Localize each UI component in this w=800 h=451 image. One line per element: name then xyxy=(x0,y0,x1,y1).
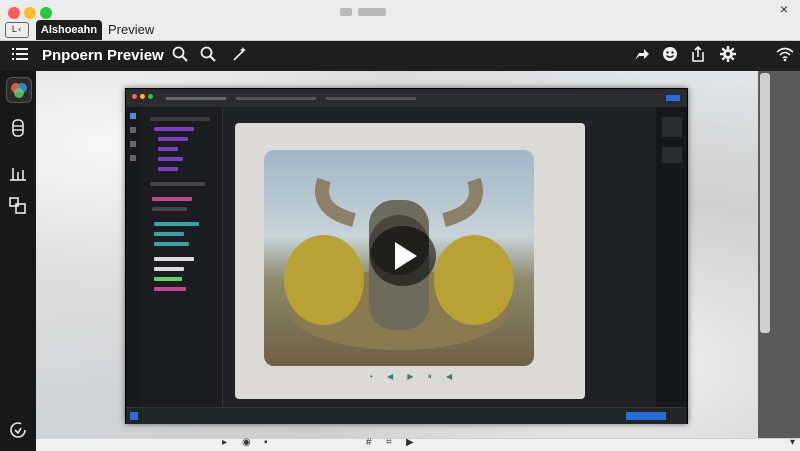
scroll-down-icon[interactable]: ▾ xyxy=(790,437,795,448)
scrollbar-track[interactable] xyxy=(760,73,770,333)
play-icon xyxy=(395,242,417,270)
bottom-bar: ▸ ◉ ▪ # ⌗ ▶ ▾ xyxy=(36,437,800,451)
gear-icon[interactable] xyxy=(720,46,736,68)
wifi-icon[interactable] xyxy=(776,46,794,68)
app-logo-icon[interactable] xyxy=(6,77,32,103)
minimize-window-button[interactable] xyxy=(24,7,36,19)
toolbar: Pnpoern Preview xyxy=(0,41,800,71)
layers-icon[interactable] xyxy=(8,119,28,139)
bars-icon[interactable] xyxy=(8,165,28,185)
app-title: Pnpoern Preview xyxy=(42,47,164,64)
transform-icon[interactable] xyxy=(8,197,28,217)
tab-preview[interactable]: Preview xyxy=(108,22,154,37)
title-bar: L‹ Alshoeahn Preview × xyxy=(0,0,800,41)
play-button[interactable] xyxy=(370,226,436,286)
emoji-icon[interactable] xyxy=(662,46,678,68)
crop-icon[interactable]: ⌗ xyxy=(386,437,392,448)
file-icon[interactable]: ▪ xyxy=(264,437,268,448)
search-icon[interactable] xyxy=(172,46,188,68)
pointer-icon[interactable]: ▸ xyxy=(222,437,227,448)
editor-file-tree xyxy=(140,107,223,407)
timer-icon[interactable]: ◉ xyxy=(242,437,251,448)
window-title xyxy=(340,3,420,16)
close-window-button[interactable] xyxy=(8,7,20,19)
sparkle-icon[interactable] xyxy=(232,46,248,68)
zoom-icon[interactable] xyxy=(200,46,216,68)
editor-top-bar xyxy=(126,89,687,107)
left-rail xyxy=(0,71,36,450)
next-icon[interactable]: ▶ xyxy=(406,437,414,448)
grid-icon[interactable]: # xyxy=(366,437,372,448)
right-scroll-area xyxy=(758,71,800,438)
editor-minimap xyxy=(656,107,687,407)
tab-overview-icon[interactable]: L‹ xyxy=(5,22,29,38)
zoom-window-button[interactable] xyxy=(40,7,52,19)
editor-status-bar xyxy=(126,407,687,424)
tab-alshoeahn[interactable]: Alshoeahn xyxy=(36,20,102,40)
refresh-icon[interactable] xyxy=(8,421,28,441)
list-icon[interactable] xyxy=(12,46,28,68)
close-icon[interactable]: × xyxy=(780,1,788,17)
export-icon[interactable] xyxy=(690,45,706,68)
editor-activity-bar xyxy=(126,107,140,407)
share-arrow-icon[interactable] xyxy=(634,46,650,68)
video-controls[interactable]: • ◀ ▶ ⏸ ◀ xyxy=(370,372,458,382)
